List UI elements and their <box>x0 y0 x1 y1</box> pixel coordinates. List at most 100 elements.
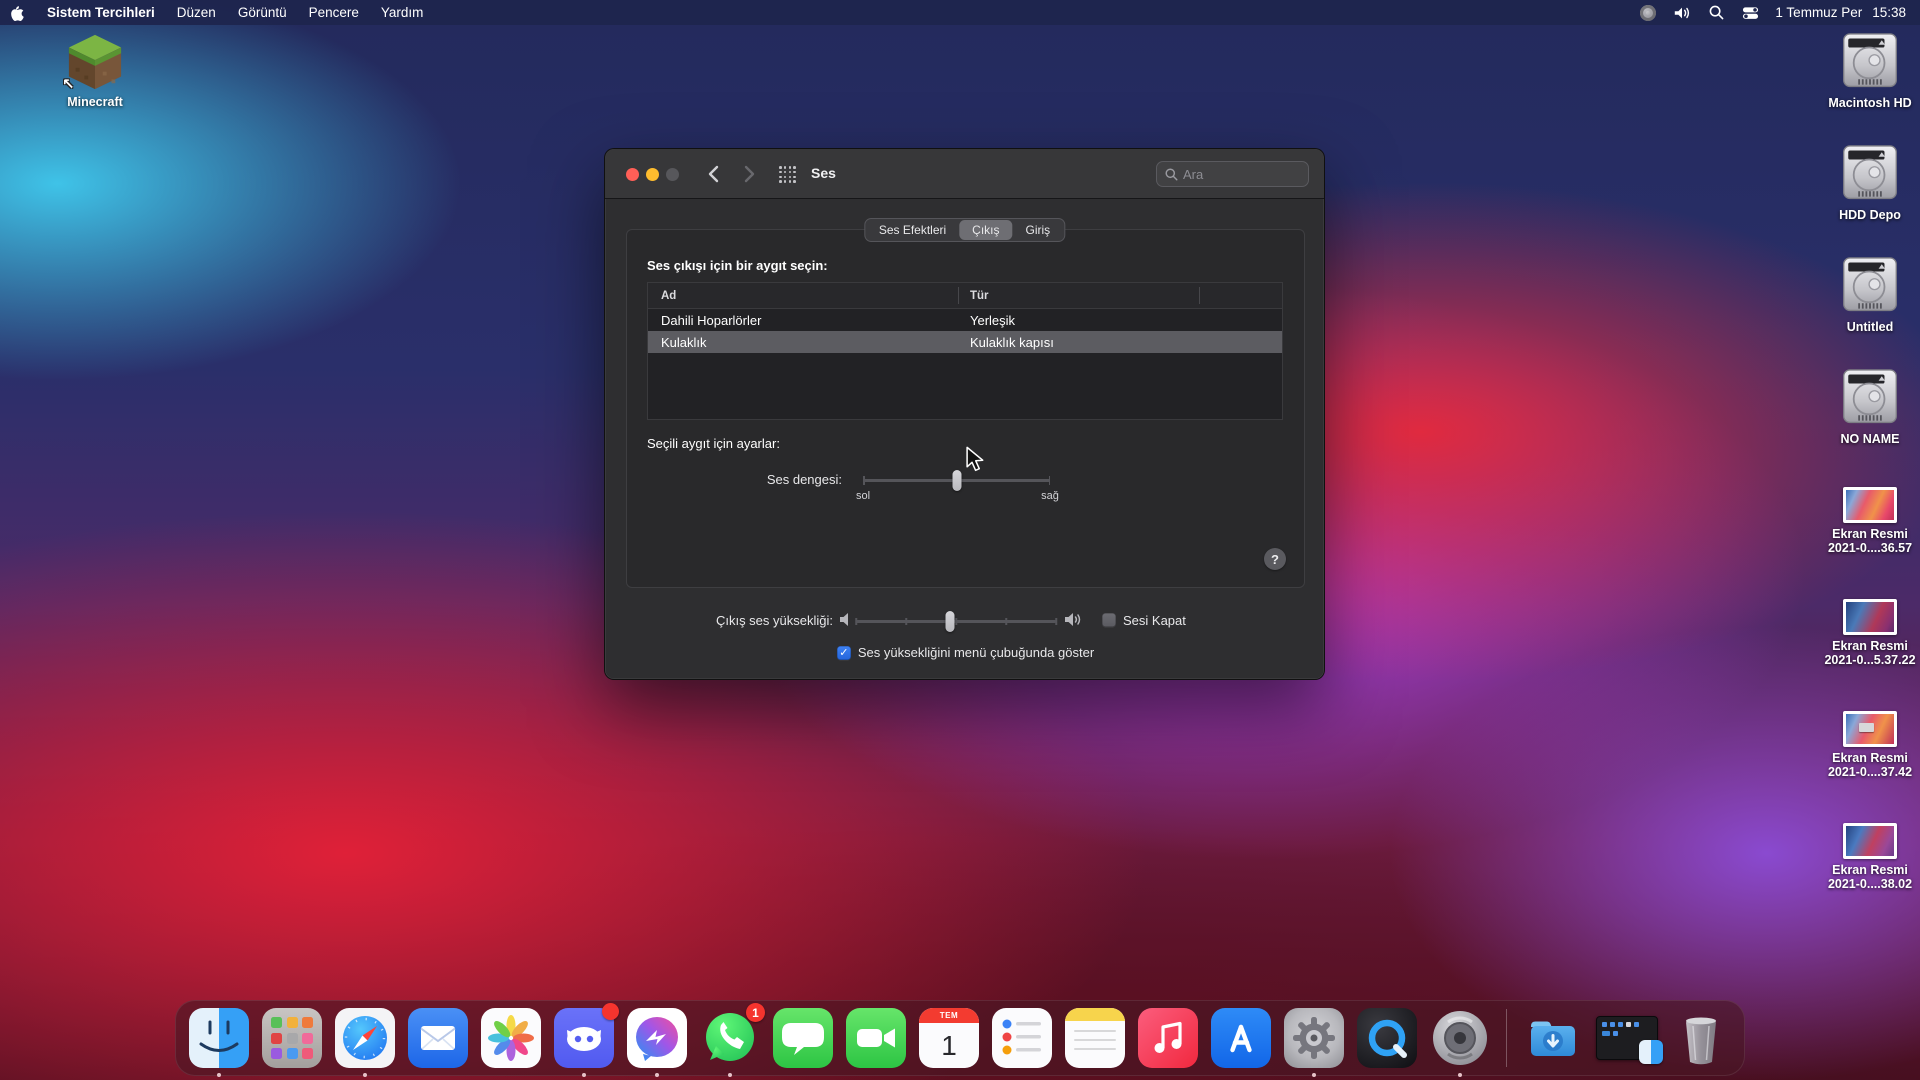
dock-lens-app[interactable] <box>1430 1008 1490 1068</box>
minecraft-icon <box>66 33 124 91</box>
dock-photos[interactable] <box>481 1008 541 1068</box>
help-button[interactable]: ? <box>1264 548 1286 570</box>
column-header-ad[interactable]: Ad <box>648 290 958 302</box>
output-device-table: Ad Tür Dahili Hoparlörler Yerleşik Kulak… <box>647 282 1283 420</box>
desktop-icon-label: Minecraft <box>67 95 123 109</box>
calendar-day: 1 <box>919 1023 979 1068</box>
lens-status-icon[interactable] <box>1635 0 1661 25</box>
dock-app-store[interactable] <box>1211 1008 1271 1068</box>
table-row-dahili-hoparlorler[interactable]: Dahili Hoparlörler Yerleşik <box>648 309 1282 331</box>
window-title: Ses <box>811 165 836 181</box>
dock-divider <box>1506 1009 1507 1067</box>
desktop-icon-screenshot-3[interactable]: Ekran Resmi2021-0....37.42 <box>1814 711 1920 779</box>
dock-launchpad[interactable] <box>262 1008 322 1068</box>
show-all-grid-icon[interactable] <box>779 166 796 183</box>
menu-bar: Sistem Tercihleri Düzen Görüntü Pencere … <box>0 0 1920 25</box>
desktop-icon-macintosh-hd[interactable]: Macintosh HD <box>1814 32 1920 110</box>
volume-status-icon[interactable] <box>1669 0 1695 25</box>
drive-label: NO NAME <box>1840 432 1899 446</box>
back-button[interactable] <box>701 162 725 186</box>
finder-badge-icon <box>1639 1040 1663 1064</box>
desktop-icon-hdd-depo[interactable]: HDD Depo <box>1814 144 1920 222</box>
dock-trash[interactable] <box>1671 1008 1731 1068</box>
balance-label: Ses dengesi: <box>627 472 842 487</box>
running-indicator <box>1458 1073 1462 1077</box>
running-indicator <box>728 1073 732 1077</box>
window-titlebar[interactable]: Ses <box>605 149 1324 199</box>
search-icon <box>1165 168 1178 181</box>
tab-giris[interactable]: Giriş <box>1013 220 1064 240</box>
menu-item-yardim[interactable]: Yardım <box>370 0 435 25</box>
mute-checkbox[interactable] <box>1102 613 1116 627</box>
volume-slider-handle[interactable] <box>946 611 955 632</box>
forward-button[interactable] <box>737 162 761 186</box>
alias-arrow-badge: ↖ <box>62 75 75 93</box>
menu-item-goruntu[interactable]: Görüntü <box>227 0 298 25</box>
dock-safari[interactable] <box>335 1008 395 1068</box>
running-indicator <box>582 1073 586 1077</box>
desktop-icon-screenshot-4[interactable]: Ekran Resmi2021-0....38.02 <box>1814 823 1920 891</box>
desktop-icon-screenshot-2[interactable]: Ekran Resmi2021-0...5.37.22 <box>1814 599 1920 667</box>
zoom-button[interactable] <box>666 168 679 181</box>
dock-downloads-folder[interactable] <box>1523 1008 1583 1068</box>
dock-finder[interactable] <box>189 1008 249 1068</box>
dock-facetime[interactable] <box>846 1008 906 1068</box>
desktop-icon-screenshot-1[interactable]: Ekran Resmi2021-0....36.57 <box>1814 487 1920 555</box>
drive-label: Untitled <box>1847 320 1894 334</box>
apple-menu[interactable] <box>0 0 36 25</box>
dock-discord[interactable] <box>554 1008 614 1068</box>
dock-calendar[interactable]: TEM 1 <box>919 1008 979 1068</box>
spotlight-search-icon[interactable] <box>1703 0 1729 25</box>
balance-slider[interactable] <box>863 479 1050 482</box>
show-in-menubar-checkbox[interactable] <box>837 646 851 660</box>
apple-icon <box>11 4 25 22</box>
control-center-icon[interactable] <box>1737 0 1763 25</box>
dock-messenger[interactable] <box>627 1008 687 1068</box>
dock-messages[interactable] <box>773 1008 833 1068</box>
table-row-kulaklik-selected[interactable]: Kulaklık Kulaklık kapısı <box>648 331 1282 353</box>
dock-whatsapp[interactable]: 1 <box>700 1008 760 1068</box>
dock-minimized-window[interactable] <box>1596 1016 1658 1060</box>
balance-slider-handle[interactable] <box>952 470 961 491</box>
settings-section-label: Seçili aygıt için ayarlar: <box>647 436 780 451</box>
close-button[interactable] <box>626 168 639 181</box>
screenshot-label: Ekran Resmi2021-0....37.42 <box>1828 751 1912 779</box>
balance-left-label: sol <box>856 490 870 502</box>
desktop: Sistem Tercihleri Düzen Görüntü Pencere … <box>0 0 1920 1080</box>
dock-quicktime[interactable] <box>1357 1008 1417 1068</box>
search-input[interactable] <box>1183 167 1293 182</box>
device-section-label: Ses çıkışı için bir aygıt seçin: <box>647 258 828 273</box>
whatsapp-badge: 1 <box>746 1003 765 1022</box>
drive-label: Macintosh HD <box>1828 96 1911 110</box>
clock-time: 15:38 <box>1872 5 1906 20</box>
dock-music[interactable] <box>1138 1008 1198 1068</box>
speaker-max-icon <box>1064 612 1084 630</box>
minimize-button[interactable] <box>646 168 659 181</box>
dock-system-preferences[interactable] <box>1284 1008 1344 1068</box>
menu-item-duzen[interactable]: Düzen <box>166 0 227 25</box>
sound-preferences-window: Ses Ses Efektleri Çıkış Giriş Ses çıkışı… <box>604 148 1325 680</box>
screenshot-thumbnail <box>1843 711 1897 747</box>
column-header-tur[interactable]: Tür <box>958 290 989 302</box>
discord-notification-badge <box>602 1003 619 1020</box>
menubar-clock[interactable]: 1 Temmuz Per 15:38 <box>1771 5 1906 20</box>
search-field[interactable] <box>1156 161 1309 187</box>
menu-item-app[interactable]: Sistem Tercihleri <box>36 0 166 25</box>
screenshot-thumbnail <box>1843 487 1897 523</box>
drive-label: HDD Depo <box>1839 208 1901 222</box>
hard-drive-icon <box>1841 368 1899 428</box>
dock-reminders[interactable] <box>992 1008 1052 1068</box>
show-volume-in-menubar-row: Ses yüksekliğini menü çubuğunda göster <box>605 645 1326 660</box>
tab-ses-efektleri[interactable]: Ses Efektleri <box>866 220 959 240</box>
running-indicator <box>363 1073 367 1077</box>
dock-mail[interactable] <box>408 1008 468 1068</box>
hard-drive-icon <box>1841 256 1899 316</box>
desktop-icon-minecraft[interactable]: ↖ Minecraft <box>39 33 151 109</box>
tab-cikis[interactable]: Çıkış <box>959 220 1012 240</box>
desktop-icon-no-name[interactable]: NO NAME <box>1814 368 1920 446</box>
mute-label: Sesi Kapat <box>1123 613 1186 628</box>
menu-item-pencere[interactable]: Pencere <box>298 0 370 25</box>
volume-slider[interactable] <box>856 620 1056 623</box>
dock-notes[interactable] <box>1065 1008 1125 1068</box>
desktop-icon-untitled[interactable]: Untitled <box>1814 256 1920 334</box>
